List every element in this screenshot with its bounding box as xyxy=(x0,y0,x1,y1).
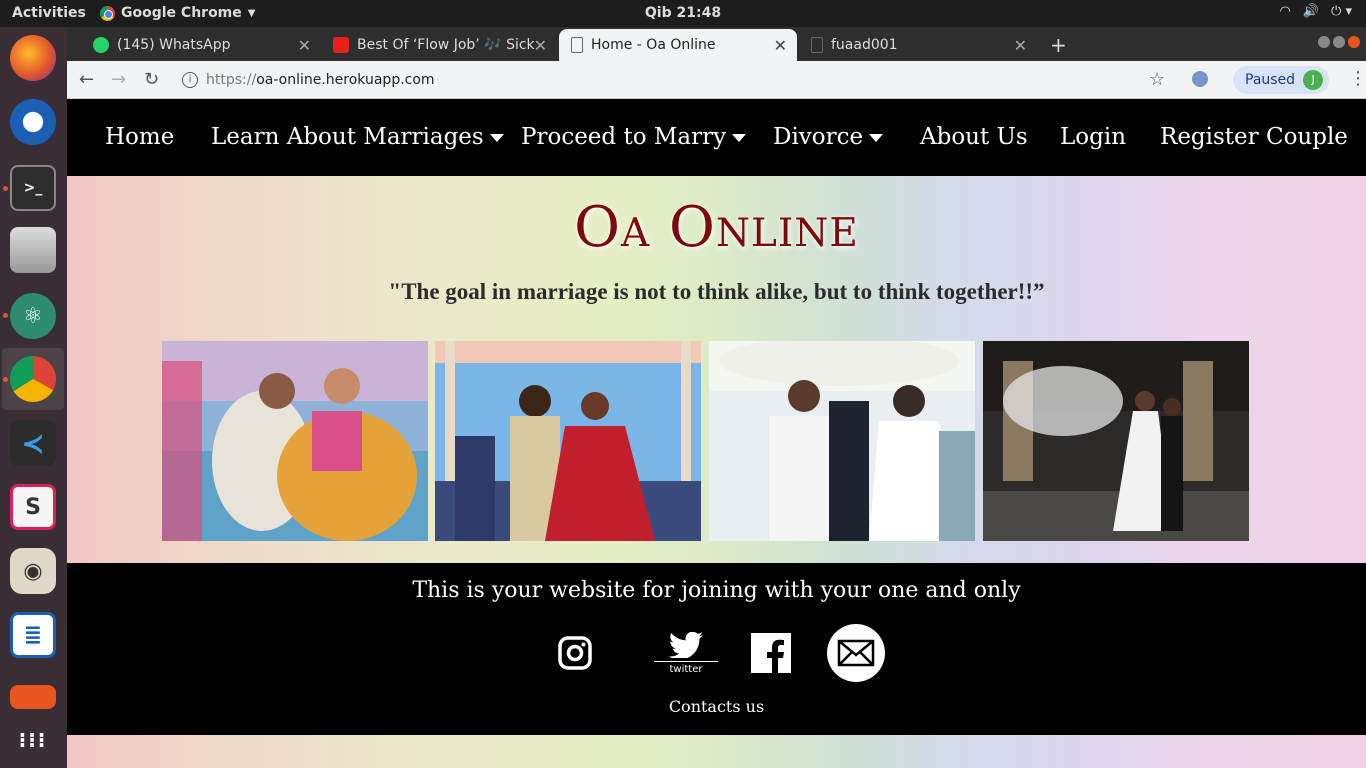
close-icon[interactable]: ✕ xyxy=(298,36,311,55)
maximize-button[interactable] xyxy=(1333,36,1345,48)
wedding-photo-4 xyxy=(983,341,1249,541)
page-icon xyxy=(571,37,583,53)
nav-proceed-to-marry[interactable]: Proceed to Marry xyxy=(521,124,747,150)
email-icon[interactable] xyxy=(827,623,885,683)
tab-whatsapp[interactable]: (145) WhatsApp ✕ xyxy=(81,29,321,61)
running-indicator xyxy=(3,377,8,382)
slack-icon[interactable]: S xyxy=(10,484,56,530)
bookmark-star-icon[interactable]: ☆ xyxy=(1149,69,1165,90)
tab-fuaad001[interactable]: fuaad001 ✕ xyxy=(799,29,1037,61)
minimize-button[interactable] xyxy=(1318,36,1330,48)
facebook-icon[interactable] xyxy=(751,623,791,683)
tab-label: Best Of ‘Flow Job’ 🎶 Sick xyxy=(357,37,535,53)
footer-tagline: This is your website for joining with yo… xyxy=(412,578,1021,603)
twitter-caption: twitter xyxy=(669,663,703,675)
site-title: Oa Online xyxy=(574,195,859,260)
url-scheme: https:// xyxy=(206,72,257,88)
firefox-icon[interactable] xyxy=(10,35,56,81)
volume-icon: 🔊 xyxy=(1302,4,1320,19)
site-nav: Home Learn About Marriages Proceed to Ma… xyxy=(67,99,1366,176)
kebab-menu-icon[interactable]: ⋮ xyxy=(1349,68,1366,89)
caret-down-icon xyxy=(732,134,747,142)
caret-down-icon xyxy=(489,134,504,142)
tab-label: (145) WhatsApp xyxy=(117,37,231,53)
wedding-photo-3 xyxy=(709,341,975,541)
extension-icon[interactable] xyxy=(1192,71,1208,87)
url-host: oa-online.herokuapp.com xyxy=(256,72,435,88)
software-icon[interactable] xyxy=(10,685,56,709)
caret-down-icon xyxy=(869,134,884,142)
nav-login[interactable]: Login xyxy=(1060,124,1126,150)
youtube-icon xyxy=(333,37,349,53)
files-icon[interactable] xyxy=(10,227,56,273)
running-indicator xyxy=(3,313,8,318)
avatar: J xyxy=(1303,70,1324,90)
system-top-bar: Activities Google Chrome ▼ Qib 21:48 ◠ 🔊… xyxy=(0,0,1366,27)
contacts-us-link[interactable]: Contacts us xyxy=(67,697,1366,716)
twitter-icon xyxy=(668,631,703,658)
nav-register-couple[interactable]: Register Couple xyxy=(1160,124,1348,150)
speaker-icon[interactable]: ◉ xyxy=(10,548,56,594)
running-indicator xyxy=(3,186,8,191)
tab-label: fuaad001 xyxy=(831,37,898,53)
new-tab-button[interactable]: + xyxy=(1050,33,1067,57)
page-icon xyxy=(811,37,823,53)
writer-icon[interactable]: ≣ xyxy=(10,612,56,658)
show-apps-icon[interactable]: ⁝⁝⁝ xyxy=(10,717,56,763)
atom-icon[interactable]: ⚛ xyxy=(10,293,56,339)
power-icon: ⏻ ▾ xyxy=(1331,4,1352,19)
profile-status: Paused xyxy=(1245,72,1296,88)
nav-about-us[interactable]: About Us xyxy=(920,124,1028,150)
system-tray[interactable]: ◠ 🔊 ⏻ ▾ xyxy=(1280,4,1352,19)
reload-button[interactable]: ↻ xyxy=(144,69,159,90)
close-icon[interactable]: ✕ xyxy=(774,36,787,55)
tab-oa-online[interactable]: Home - Oa Online ✕ xyxy=(559,29,797,61)
tab-youtube[interactable]: Best Of ‘Flow Job’ 🎶 Sick ✕ xyxy=(321,29,557,61)
tab-label: Home - Oa Online xyxy=(591,37,716,53)
web-page: Home Learn About Marriages Proceed to Ma… xyxy=(67,99,1366,768)
wedding-photo-2 xyxy=(435,341,701,541)
marriage-quote: "The goal in marriage is not to think al… xyxy=(388,279,1045,304)
nav-divorce[interactable]: Divorce xyxy=(773,124,884,150)
close-icon[interactable]: ✕ xyxy=(1014,36,1027,55)
address-bar: ← → ↻ i https://oa-online.herokuapp.com … xyxy=(67,61,1366,99)
nav-learn-about-marriages[interactable]: Learn About Marriages xyxy=(211,124,504,150)
close-window-button[interactable] xyxy=(1348,36,1360,48)
instagram-icon[interactable] xyxy=(557,623,593,683)
profile-button[interactable]: Paused J xyxy=(1233,66,1330,94)
back-button[interactable]: ← xyxy=(79,69,94,90)
url-field[interactable]: i https://oa-online.herokuapp.com xyxy=(182,65,1212,95)
nav-home[interactable]: Home xyxy=(105,124,174,150)
window-controls xyxy=(1318,36,1360,48)
vscode-icon[interactable]: ≺ xyxy=(10,420,56,466)
forward-button[interactable]: → xyxy=(111,69,126,90)
clock[interactable]: Qib 21:48 xyxy=(0,5,1366,21)
info-icon[interactable]: i xyxy=(182,72,198,88)
terminal-icon[interactable]: >_ xyxy=(10,165,56,211)
chrome-dock-icon[interactable] xyxy=(10,356,56,402)
thunderbird-icon[interactable] xyxy=(10,99,56,145)
wedding-photo-1 xyxy=(162,341,428,541)
tab-strip: (145) WhatsApp ✕ Best Of ‘Flow Job’ 🎶 Si… xyxy=(67,27,1366,61)
dock: >_ ⚛ ≺ S ◉ ≣ ⁝⁝⁝ xyxy=(0,27,67,768)
twitter-link[interactable]: twitter xyxy=(654,623,718,683)
close-icon[interactable]: ✕ xyxy=(534,36,547,55)
wifi-icon: ◠ xyxy=(1279,4,1291,19)
site-footer: This is your website for joining with yo… xyxy=(67,563,1366,735)
whatsapp-icon xyxy=(93,37,109,53)
